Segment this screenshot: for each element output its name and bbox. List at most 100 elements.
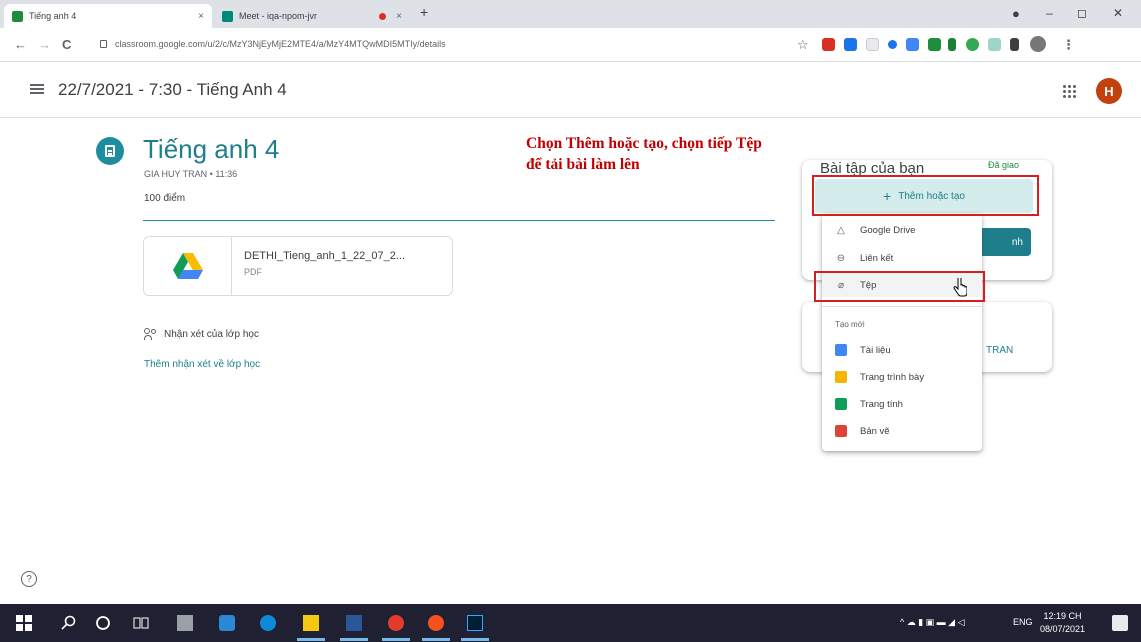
file-explorer-icon[interactable] — [303, 615, 319, 631]
classroom-header: 22/7/2021 - 7:30 - Tiếng Anh 4 H — [0, 62, 1141, 118]
menu-item-slides[interactable]: Trang trình bày — [822, 365, 982, 389]
slides-icon — [835, 371, 847, 383]
sheets-icon — [835, 398, 847, 410]
active-indicator — [422, 638, 450, 641]
extension-icon[interactable] — [966, 38, 979, 51]
more-menu-icon[interactable]: ⋮ — [1062, 37, 1075, 53]
classroom-favicon-icon — [12, 10, 23, 22]
tab-classroom[interactable]: Tiếng anh 4 × — [4, 4, 212, 28]
url-text: classroom.google.com/u/2/c/MzY3NjEyMjE2M… — [115, 39, 446, 49]
drive-icon — [144, 237, 232, 295]
assignment-title: Tiếng anh 4 — [143, 134, 280, 164]
menu-item-label: Google Drive — [860, 224, 916, 236]
hand-cursor-icon — [953, 278, 967, 297]
notification-icon[interactable] — [1112, 615, 1128, 631]
private-comment-author: TRAN — [986, 345, 1014, 356]
attachment-card[interactable]: DETHI_Tieng_anh_1_22_07_2... PDF — [143, 236, 453, 296]
menu-item-label: Tài liệu — [860, 344, 891, 356]
menu-divider — [822, 306, 982, 307]
taskbar-clock[interactable]: 12:19 CH 08/07/2021 — [1040, 610, 1085, 636]
extension-icon[interactable] — [844, 38, 857, 51]
add-class-comment-link[interactable]: Thêm nhận xét về lớp học — [144, 359, 260, 370]
add-menu: △ Google Drive ⊖ Liên kết ⌀ Tệp Tạo mới … — [822, 214, 982, 451]
create-new-label: Tạo mới — [835, 320, 865, 329]
active-indicator — [461, 638, 489, 641]
help-icon[interactable]: ? — [21, 571, 37, 587]
active-indicator — [297, 638, 325, 641]
app-icon[interactable] — [219, 615, 235, 631]
extension-icon[interactable] — [888, 40, 897, 49]
cortana-icon[interactable] — [95, 615, 111, 631]
people-icon — [144, 328, 158, 340]
menu-item-label: Trang trình bày — [860, 371, 925, 383]
menu-item-docs[interactable]: Tài liệu — [822, 338, 982, 362]
task-view-icon[interactable] — [133, 615, 149, 631]
link-icon: ⊖ — [836, 252, 846, 264]
lock-icon — [100, 40, 107, 48]
minimize-button[interactable]: – — [1046, 6, 1053, 20]
bookmark-star-icon[interactable]: ☆ — [797, 37, 809, 53]
assignment-meta: GIA HUY TRAN • 11:36 — [144, 169, 238, 179]
tab-close-icon[interactable]: × — [198, 11, 204, 22]
class-comments-label: Nhận xét của lớp học — [164, 328, 259, 340]
apps-grid-icon[interactable] — [1062, 84, 1076, 98]
page-title: 22/7/2021 - 7:30 - Tiếng Anh 4 — [58, 80, 287, 99]
extension-icon[interactable] — [866, 38, 879, 51]
app-icon[interactable] — [177, 615, 193, 631]
maximize-button[interactable]: ◻ — [1077, 6, 1087, 20]
tab-meet[interactable]: Meet - iqa-npom-jvr × — [214, 4, 410, 28]
recording-dot-icon — [379, 12, 387, 20]
profile-avatar-icon[interactable] — [1030, 36, 1046, 52]
tab-title: Meet - iqa-npom-jvr — [239, 11, 318, 21]
reload-button[interactable]: C — [62, 37, 71, 52]
new-tab-button[interactable]: + — [420, 4, 428, 20]
taskbar: ^ ☁ ▮ ▣ ▬ ◢ ◁ ENG 12:19 CH 08/07/2021 — [0, 604, 1141, 642]
divider — [143, 220, 775, 221]
puzzle-icon[interactable] — [1010, 38, 1019, 51]
extension-icon[interactable] — [928, 38, 941, 51]
attachment-name: DETHI_Tieng_anh_1_22_07_2... — [244, 250, 406, 262]
clock-time: 12:19 CH — [1043, 611, 1082, 621]
annotation-line-2: để tải bài làm lên — [526, 156, 640, 173]
extension-icon[interactable] — [822, 38, 835, 51]
url-field[interactable]: classroom.google.com/u/2/c/MzY3NjEyMjE2M… — [100, 33, 800, 55]
menu-item-label: Bản vẽ — [860, 425, 890, 437]
window-close-button[interactable]: ✕ — [1113, 6, 1123, 20]
extension-icon[interactable] — [988, 38, 1001, 51]
active-indicator — [382, 638, 410, 641]
chrome-icon[interactable] — [388, 615, 404, 631]
annotation-line-1: Chọn Thêm hoặc tạo, chọn tiếp Tệp — [526, 135, 762, 152]
windows-start-icon[interactable] — [16, 615, 32, 631]
turn-in-button[interactable]: nh — [978, 228, 1031, 256]
edge-icon[interactable] — [260, 615, 276, 631]
attachment-type: PDF — [244, 267, 262, 277]
menu-item-sheets[interactable]: Trang tính — [822, 392, 982, 416]
menu-item-google-drive[interactable]: △ Google Drive — [822, 218, 982, 242]
word-icon[interactable] — [346, 615, 362, 631]
drive-icon: △ — [837, 224, 845, 236]
address-bar-row: ← → C classroom.google.com/u/2/c/MzY3NjE… — [0, 28, 1141, 62]
extension-icon[interactable] — [948, 38, 956, 51]
browser-tab-strip: Tiếng anh 4 × Meet - iqa-npom-jvr × + ● … — [0, 0, 1141, 28]
status-badge: Đã giao — [988, 160, 1020, 170]
meet-favicon-icon — [222, 10, 233, 22]
photoshop-icon[interactable] — [467, 615, 483, 631]
forward-button[interactable]: → — [38, 37, 51, 52]
menu-item-link[interactable]: ⊖ Liên kết — [822, 246, 982, 270]
assignment-points: 100 điểm — [144, 193, 186, 204]
chrome-icon[interactable] — [428, 615, 444, 631]
tab-title: Tiếng anh 4 — [29, 11, 77, 21]
search-icon[interactable] — [61, 615, 77, 631]
menu-item-drawings[interactable]: Bản vẽ — [822, 419, 982, 443]
main-menu-icon[interactable] — [30, 84, 44, 94]
account-avatar[interactable]: H — [1096, 78, 1122, 104]
menu-item-label: Trang tính — [860, 398, 903, 410]
profile-dot-icon[interactable]: ● — [1012, 6, 1020, 21]
extension-icon[interactable] — [906, 38, 919, 51]
class-comments-header: Nhận xét của lớp học — [144, 328, 259, 340]
input-language[interactable]: ENG — [1013, 617, 1033, 627]
tab-close-icon[interactable]: × — [396, 11, 402, 22]
menu-item-label: Liên kết — [860, 252, 894, 264]
system-tray-icons[interactable]: ^ ☁ ▮ ▣ ▬ ◢ ◁ — [900, 617, 965, 628]
back-button[interactable]: ← — [14, 37, 27, 52]
